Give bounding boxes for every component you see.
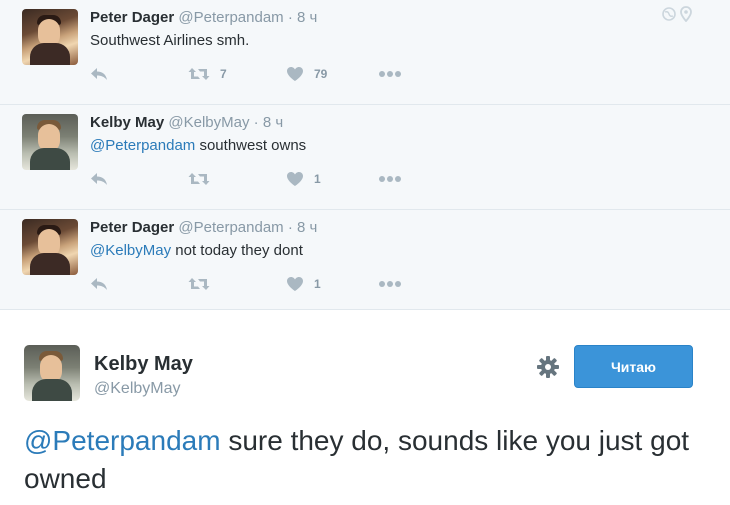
tweet-text: Southwest Airlines smh.	[90, 32, 249, 49]
tweet-time[interactable]: 8 ч	[297, 9, 317, 26]
gear-icon[interactable]	[536, 355, 560, 379]
avatar[interactable]	[22, 114, 78, 170]
more-icon	[378, 175, 402, 183]
tweet-text: @Peterpandam southwest owns	[90, 137, 306, 154]
mention-link[interactable]: @Peterpandam	[90, 137, 195, 154]
retweet-button[interactable]	[188, 274, 220, 294]
reply-button[interactable]	[90, 274, 108, 294]
author-name[interactable]: Kelby May	[90, 114, 164, 131]
heart-icon	[286, 171, 304, 187]
more-button[interactable]	[378, 64, 402, 84]
retweet-button[interactable]: 7	[188, 64, 227, 84]
retweet-icon	[188, 172, 210, 186]
like-button[interactable]: 79	[286, 64, 327, 84]
like-button[interactable]: 1	[286, 169, 321, 189]
follow-button[interactable]: Читаю	[574, 345, 693, 388]
reply-button[interactable]	[90, 64, 108, 84]
tweet-actions: 1	[90, 274, 420, 294]
author-handle[interactable]: @Peterpandam	[178, 9, 283, 26]
header-separator: ·	[287, 219, 293, 236]
tweet-header: Peter Dager @Peterpandam · 8 ч	[90, 9, 317, 26]
like-count: 1	[314, 277, 321, 291]
author-handle[interactable]: @KelbyMay	[168, 114, 249, 131]
avatar[interactable]	[24, 345, 80, 401]
reply-icon	[90, 277, 108, 291]
location-pin-icon[interactable]	[680, 6, 692, 27]
reply-button[interactable]	[90, 169, 108, 189]
more-button[interactable]	[378, 274, 402, 294]
author-handle[interactable]: @KelbyMay	[94, 380, 181, 398]
tweet-actions: 7 79	[90, 64, 420, 84]
tweet-time[interactable]: 8 ч	[263, 114, 283, 131]
thread-tweet[interactable]: Peter Dager @Peterpandam · 8 ч Southwest…	[0, 0, 730, 104]
globe-icon[interactable]	[662, 7, 676, 26]
tweet-body: not today they dont	[171, 242, 303, 259]
retweet-button[interactable]	[188, 169, 220, 189]
tweet-time[interactable]: 8 ч	[297, 219, 317, 236]
divider	[0, 309, 730, 310]
like-count: 79	[314, 67, 328, 81]
header-separator: ·	[287, 9, 293, 26]
mention-link[interactable]: @Peterpandam	[24, 425, 221, 456]
author-name[interactable]: Peter Dager	[90, 9, 174, 26]
tweet-body: southwest owns	[195, 137, 307, 154]
tweet-geo	[662, 6, 692, 27]
tweet-header: Peter Dager @Peterpandam · 8 ч	[90, 219, 317, 236]
main-tweet: Kelby May @KelbyMay Читаю @Peterpandam s…	[0, 311, 730, 505]
reply-icon	[90, 172, 108, 186]
tweet-actions: 1	[90, 169, 420, 189]
thread-tweet[interactable]: Peter Dager @Peterpandam · 8 ч @KelbyMay…	[0, 210, 730, 314]
more-icon	[378, 70, 402, 78]
mention-link[interactable]: @KelbyMay	[90, 242, 171, 259]
tweet-text: @KelbyMay not today they dont	[90, 242, 303, 259]
retweet-icon	[188, 67, 210, 81]
more-icon	[378, 280, 402, 288]
avatar[interactable]	[22, 9, 78, 65]
author-handle[interactable]: @Peterpandam	[178, 219, 283, 236]
author-name[interactable]: Kelby May	[94, 353, 193, 376]
tweet-text: @Peterpandam sure they do, sounds like y…	[24, 422, 714, 498]
retweet-icon	[188, 277, 210, 291]
tweet-header: Kelby May @KelbyMay · 8 ч	[90, 114, 283, 131]
tweet-body: Southwest Airlines smh.	[90, 32, 250, 49]
retweet-count: 7	[220, 67, 227, 81]
conversation-thread: Peter Dager @Peterpandam · 8 ч Southwest…	[0, 0, 730, 310]
avatar[interactable]	[22, 219, 78, 275]
like-button[interactable]: 1	[286, 274, 321, 294]
author-name[interactable]: Peter Dager	[90, 219, 174, 236]
heart-icon	[286, 66, 304, 82]
reply-icon	[90, 67, 108, 81]
heart-icon	[286, 276, 304, 292]
header-separator: ·	[253, 114, 259, 131]
like-count: 1	[314, 172, 321, 186]
thread-tweet[interactable]: Kelby May @KelbyMay · 8 ч @Peterpandam s…	[0, 105, 730, 209]
more-button[interactable]	[378, 169, 402, 189]
